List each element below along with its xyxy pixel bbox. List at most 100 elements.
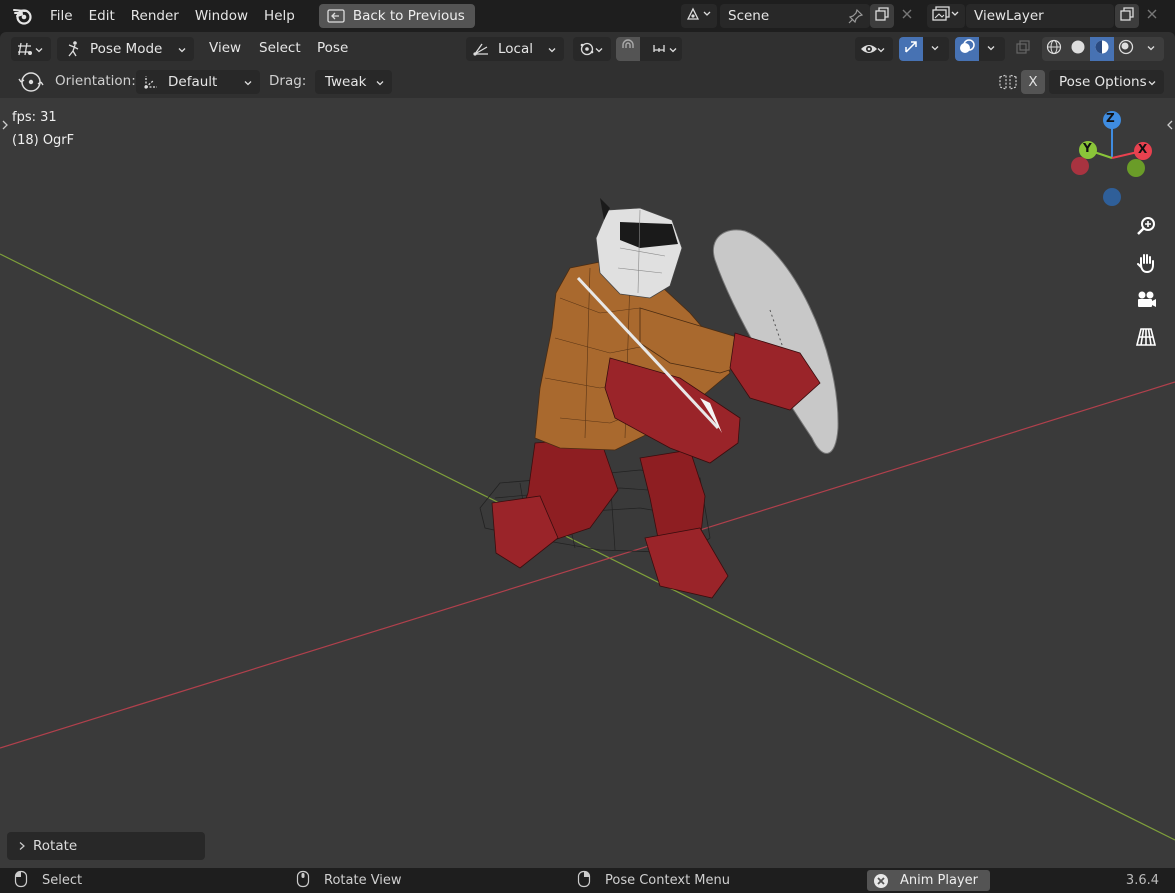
status-select-label: Select bbox=[42, 873, 83, 888]
wireframe-sphere-icon bbox=[1046, 39, 1062, 59]
object-info: (18) OgrF bbox=[12, 133, 75, 148]
gizmo-toggle[interactable] bbox=[899, 37, 923, 61]
orientation-dropdown[interactable]: Default bbox=[136, 70, 260, 94]
view-layer-icon bbox=[931, 6, 961, 26]
wireframe-shading-button[interactable] bbox=[1042, 37, 1066, 61]
snapping-group bbox=[616, 37, 682, 61]
chevron-down-icon bbox=[1146, 41, 1156, 57]
close-icon bbox=[1146, 8, 1158, 24]
menu-render[interactable]: Render bbox=[123, 0, 187, 32]
status-rotate-view-hint: Rotate View bbox=[296, 868, 402, 893]
gizmo-options-dropdown[interactable] bbox=[923, 37, 947, 61]
x-mirror-toggle[interactable]: X bbox=[1021, 70, 1045, 94]
gizmo-z-label: Z bbox=[1106, 111, 1115, 125]
x-mirror-label: X bbox=[1028, 74, 1038, 90]
mirror-icon bbox=[998, 73, 1018, 91]
pivot-point-dropdown[interactable] bbox=[573, 37, 611, 61]
new-view-layer-button[interactable] bbox=[1115, 4, 1139, 28]
scene-browse-button[interactable] bbox=[681, 4, 717, 28]
xray-icon bbox=[1015, 39, 1031, 59]
rendered-shading-button[interactable] bbox=[1114, 37, 1138, 61]
menu-edit[interactable]: Edit bbox=[81, 0, 123, 32]
status-context-menu-label: Pose Context Menu bbox=[605, 873, 730, 888]
transform-orientation-value: Local bbox=[498, 41, 533, 57]
transform-orientation-dropdown[interactable]: Local bbox=[466, 37, 564, 61]
chevron-down-icon bbox=[243, 76, 253, 92]
duplicate-icon bbox=[1119, 6, 1135, 26]
pan-button[interactable] bbox=[1131, 250, 1161, 280]
xray-toggle[interactable] bbox=[1011, 37, 1035, 61]
zoom-button[interactable] bbox=[1131, 213, 1161, 243]
solid-sphere-icon bbox=[1070, 39, 1086, 59]
shading-options-dropdown[interactable] bbox=[1138, 37, 1164, 61]
new-scene-button[interactable] bbox=[870, 4, 894, 28]
last-operator-label: Rotate bbox=[33, 838, 78, 854]
mode-dropdown[interactable]: Pose Mode bbox=[57, 37, 194, 61]
anim-player-label: Anim Player bbox=[900, 873, 978, 888]
gizmo-y-label: Y bbox=[1083, 141, 1092, 155]
back-to-previous-button[interactable]: Back to Previous bbox=[318, 4, 475, 28]
menu-window[interactable]: Window bbox=[187, 0, 256, 32]
drag-value: Tweak bbox=[325, 74, 367, 90]
view-layer-name-field[interactable]: ViewLayer bbox=[966, 4, 1114, 28]
remove-view-layer-button[interactable] bbox=[1140, 4, 1164, 28]
anim-player-button[interactable]: Anim Player bbox=[867, 870, 990, 891]
camera-view-button[interactable] bbox=[1131, 287, 1161, 317]
view-layer-browse-button[interactable] bbox=[927, 4, 965, 28]
chevron-right-icon bbox=[17, 841, 27, 851]
top-bar: File Edit Render Window Help Back to Pre… bbox=[0, 0, 1175, 32]
gizmo-x-label: X bbox=[1138, 142, 1148, 156]
view3d-editor-icon bbox=[17, 41, 33, 57]
visibility-dropdown[interactable] bbox=[855, 37, 893, 61]
orientation-value: Default bbox=[168, 74, 218, 90]
screen-back-icon bbox=[327, 9, 345, 23]
version-label: 3.6.4 bbox=[1125, 873, 1159, 888]
drag-dropdown[interactable]: Tweak bbox=[315, 70, 392, 94]
material-preview-shading-button[interactable] bbox=[1090, 37, 1114, 61]
navigation-gizmo[interactable]: Z Y X bbox=[1066, 108, 1158, 212]
pin-icon[interactable] bbox=[848, 8, 864, 28]
last-operator-panel[interactable]: Rotate bbox=[7, 832, 205, 860]
status-rotate-view-label: Rotate View bbox=[324, 873, 402, 888]
view-layer-name: ViewLayer bbox=[974, 8, 1044, 24]
menu-view[interactable]: View bbox=[209, 32, 241, 65]
chevron-down-icon bbox=[1147, 76, 1157, 92]
snap-target-dropdown[interactable] bbox=[640, 37, 682, 61]
overlay-icon bbox=[958, 38, 976, 60]
solid-shading-button[interactable] bbox=[1066, 37, 1090, 61]
unlink-scene-button[interactable] bbox=[895, 4, 919, 28]
overlay-toggle[interactable] bbox=[955, 37, 979, 61]
close-icon bbox=[901, 8, 913, 24]
rotate-tool-icon[interactable] bbox=[18, 70, 44, 94]
local-orientation-icon bbox=[472, 41, 490, 57]
gizmo-icon bbox=[903, 39, 919, 59]
toolbar-expand-icon[interactable] bbox=[1, 118, 9, 134]
menu-select[interactable]: Select bbox=[259, 32, 301, 65]
3d-viewport[interactable]: fps: 31 (18) OgrF Z Y X Rotate bbox=[0, 98, 1175, 868]
menu-file[interactable]: File bbox=[42, 0, 81, 32]
chevron-down-icon bbox=[930, 41, 940, 57]
status-context-menu-hint: Pose Context Menu bbox=[577, 868, 730, 893]
drag-label: Drag: bbox=[269, 73, 307, 89]
perspective-toggle-button[interactable] bbox=[1131, 324, 1161, 354]
viewport-header: Pose Mode View Select Pose Local bbox=[0, 32, 1175, 65]
editor-type-button[interactable] bbox=[11, 37, 51, 61]
scene-name: Scene bbox=[728, 8, 770, 24]
blender-logo-icon[interactable] bbox=[12, 5, 34, 27]
scene-name-field[interactable]: Scene bbox=[720, 4, 870, 28]
overlay-options-dropdown[interactable] bbox=[979, 37, 1003, 61]
menu-help[interactable]: Help bbox=[256, 0, 303, 32]
chevron-down-icon bbox=[177, 43, 187, 59]
orientation-label: Orientation: bbox=[55, 73, 136, 89]
shading-group bbox=[1042, 37, 1164, 61]
back-to-previous-label: Back to Previous bbox=[352, 8, 465, 24]
status-select-hint: Select bbox=[14, 868, 82, 893]
menu-pose[interactable]: Pose bbox=[317, 32, 348, 65]
sidebar-expand-icon[interactable] bbox=[1166, 118, 1174, 134]
pose-options-dropdown[interactable]: Pose Options bbox=[1049, 70, 1164, 94]
status-bar: Select Rotate View Pose Context Menu Ani… bbox=[0, 868, 1175, 893]
snap-toggle[interactable] bbox=[616, 37, 640, 61]
rendered-sphere-icon bbox=[1118, 39, 1134, 59]
pose-mode-icon bbox=[64, 40, 82, 58]
cancel-circle-icon[interactable] bbox=[873, 873, 889, 889]
